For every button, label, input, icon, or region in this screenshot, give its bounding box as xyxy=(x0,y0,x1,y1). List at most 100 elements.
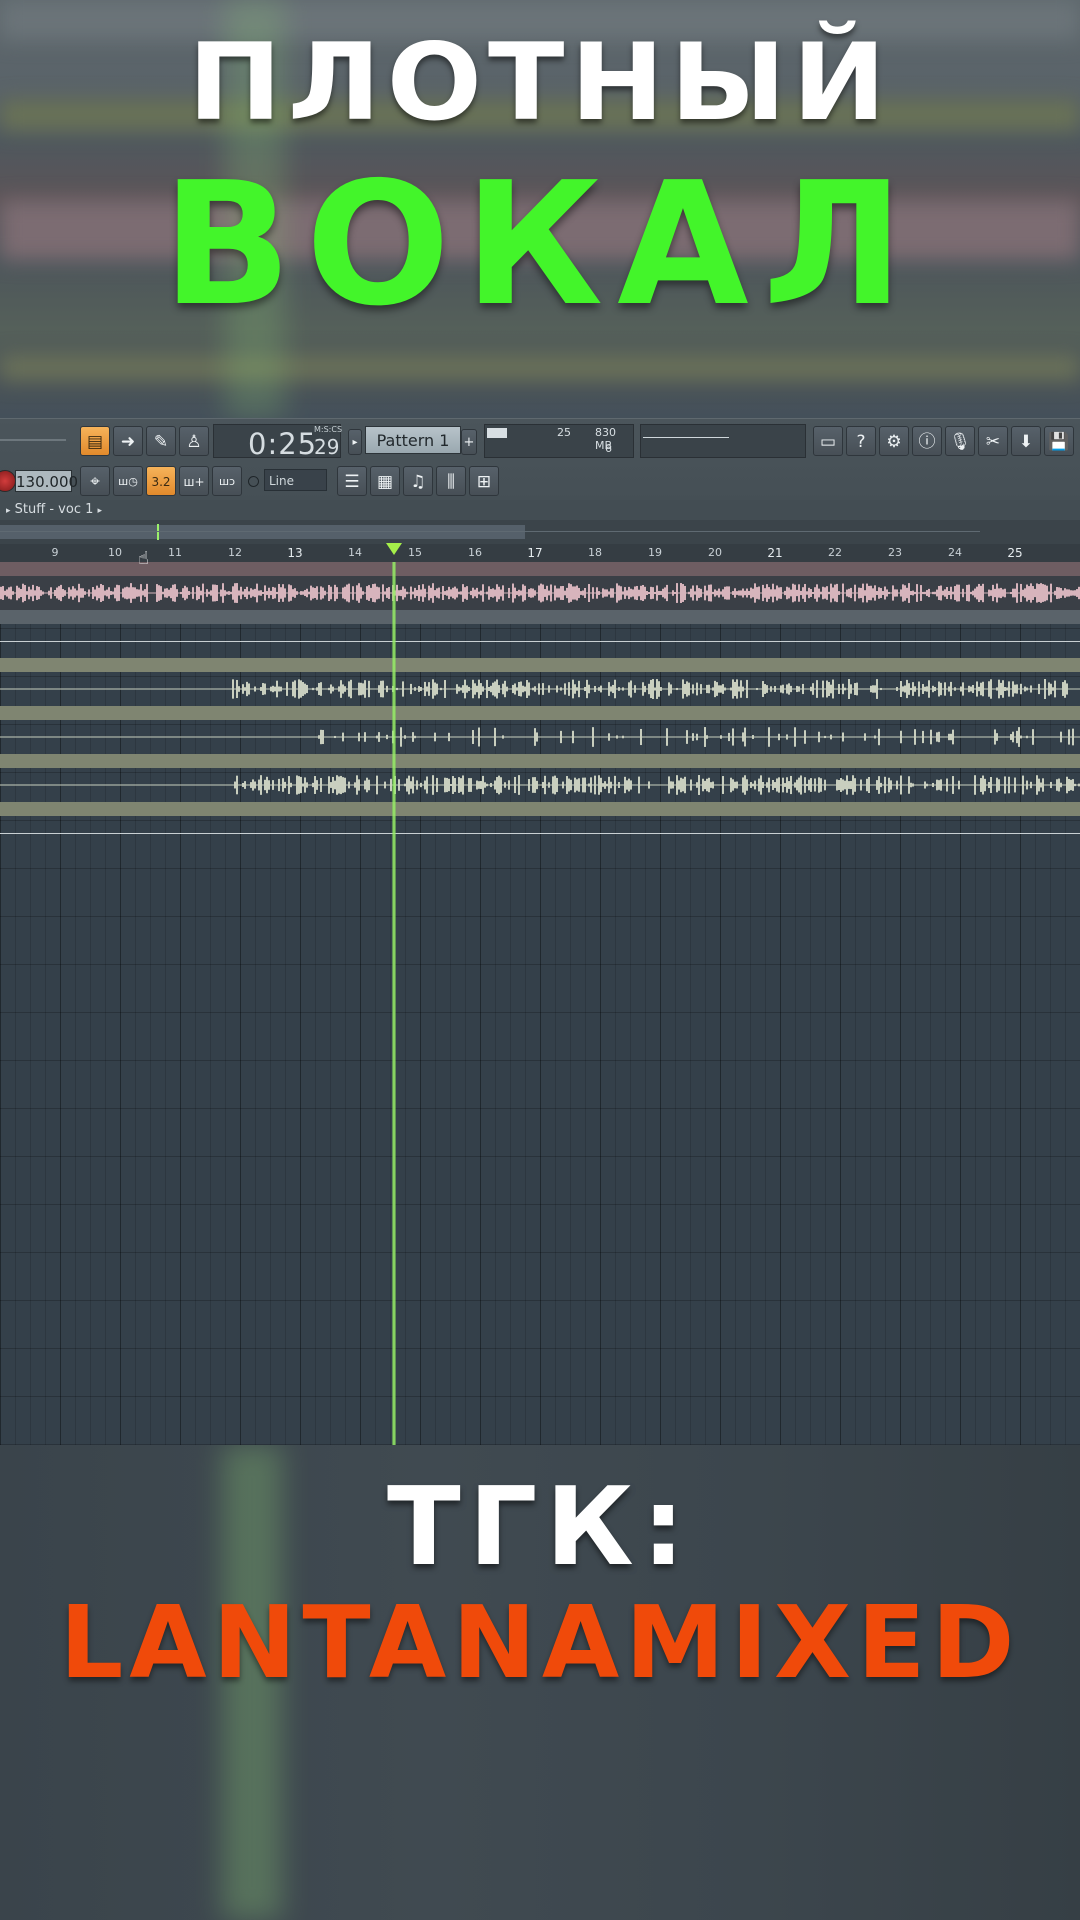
clip-voc-1[interactable] xyxy=(0,576,1080,610)
waveform-sample xyxy=(612,684,614,694)
waveform-sample xyxy=(412,591,414,595)
waveform-sample xyxy=(1016,684,1018,694)
waveform-sample xyxy=(640,585,642,601)
mic-icon[interactable]: 🎙 xyxy=(945,426,975,456)
waveform-sample xyxy=(1010,734,1012,740)
waveform-sample xyxy=(414,687,416,691)
cut-icon[interactable]: ✂ xyxy=(978,426,1008,456)
waveform-sample xyxy=(1036,775,1038,795)
waveform-sample xyxy=(724,687,726,691)
pattern-prev-icon[interactable]: ▸ xyxy=(348,429,362,455)
plugin-icon[interactable]: ⚙ xyxy=(879,426,909,456)
clip-header-voc-1[interactable] xyxy=(0,562,1080,576)
wait-record-icon[interactable]: ш◷ xyxy=(113,466,143,496)
time-display[interactable]: 0:25 M:S:CS 29 xyxy=(213,424,342,461)
clip-header-track-6[interactable] xyxy=(0,802,1080,816)
piano-roll-icon[interactable]: ♫ xyxy=(403,466,433,496)
stamp-icon[interactable]: ♙ xyxy=(179,426,209,456)
waveform-sample xyxy=(790,775,792,795)
waveform-sample xyxy=(568,778,570,792)
clip-header-track-3[interactable] xyxy=(0,658,1080,672)
clip-track-3[interactable] xyxy=(0,672,1080,706)
waveform-sample xyxy=(622,735,624,739)
waveform-sample xyxy=(516,591,518,595)
step-edit-button[interactable]: 3.2 xyxy=(146,466,176,496)
arrow-right-icon[interactable]: ➜ xyxy=(113,426,143,456)
waveform-sample xyxy=(794,782,796,788)
waveform-sample xyxy=(788,587,790,599)
waveform-sample xyxy=(612,588,614,598)
channel-rack-icon[interactable]: ▦ xyxy=(370,466,400,496)
playlist-window-icon[interactable]: ☰ xyxy=(337,466,367,496)
info-icon[interactable]: ⓘ xyxy=(912,426,942,456)
playhead-marker-icon[interactable] xyxy=(386,543,402,555)
waveform-sample xyxy=(720,735,722,739)
clip-header-track-4[interactable] xyxy=(0,706,1080,720)
clip-track-4[interactable] xyxy=(0,720,1080,754)
waveform-sample xyxy=(740,680,742,698)
waveform-sample xyxy=(618,585,620,601)
waveform-sample xyxy=(304,777,306,793)
waveform-sample xyxy=(1032,729,1034,745)
waveform-sample xyxy=(300,776,302,794)
waveform-sample xyxy=(788,683,790,695)
waveform-sample xyxy=(1012,681,1014,697)
waveform-sample xyxy=(292,681,294,697)
scrollbar-thumb[interactable] xyxy=(0,525,525,539)
waveform-sample xyxy=(954,687,956,691)
metronome-icon[interactable]: ⌖ xyxy=(80,466,110,496)
waveform-sample xyxy=(626,780,628,790)
waveform-sample xyxy=(274,686,276,692)
playlist-icon[interactable]: ▤ xyxy=(80,426,110,456)
timeline-ruler[interactable]: 9 10 11 12 13 14 15 16 17 18 19 20 21 22 23 24 25 xyxy=(0,544,1080,563)
waveform-sample xyxy=(754,780,756,790)
waveform-sample xyxy=(572,586,574,600)
save-icon[interactable]: 💾 xyxy=(1044,426,1074,456)
overdub-icon[interactable]: ш+ xyxy=(179,466,209,496)
waveform-sample xyxy=(672,781,674,789)
waveform-sample xyxy=(32,584,34,602)
horizontal-scrollbar[interactable] xyxy=(0,520,1080,544)
snap-select[interactable]: Line xyxy=(264,469,327,491)
waveform-sample xyxy=(432,583,434,603)
browser-icon[interactable]: ▭ xyxy=(813,426,843,456)
waveform-sample xyxy=(860,587,862,599)
waveform-sample xyxy=(500,777,502,793)
waveform-sample xyxy=(498,586,500,600)
waveform-sample xyxy=(940,585,942,601)
save-as-icon[interactable]: ⬇ xyxy=(1011,426,1041,456)
loop-record-icon[interactable]: шↄ xyxy=(212,466,242,496)
tempo-display[interactable]: 130.000 xyxy=(15,470,78,492)
waveform-sample xyxy=(712,687,714,691)
clip-track-5[interactable] xyxy=(0,768,1080,802)
waveform-sample xyxy=(874,585,876,601)
mixer-icon[interactable]: ⫼ xyxy=(436,466,466,496)
pattern-add-button[interactable]: + xyxy=(461,429,477,455)
waveform-sample xyxy=(578,587,580,599)
waveform-sample xyxy=(82,588,84,598)
waveform-sample xyxy=(92,587,94,599)
playhead[interactable] xyxy=(392,562,396,1445)
clip-track-6[interactable] xyxy=(0,816,1080,850)
waveform-sample xyxy=(932,782,934,788)
help-icon[interactable]: ? xyxy=(846,426,876,456)
waveform-sample xyxy=(728,586,730,600)
waveform-sample xyxy=(820,591,822,595)
waveform-sample xyxy=(1072,779,1074,791)
waveform-sample xyxy=(1056,587,1058,599)
waveform-sample xyxy=(874,735,876,739)
waveform-sample xyxy=(532,588,534,598)
clip-header-track-5[interactable] xyxy=(0,754,1080,768)
waveform-sample xyxy=(302,591,304,595)
clip-track-2[interactable] xyxy=(0,624,1080,658)
pen-icon[interactable]: ✎ xyxy=(146,426,176,456)
volume-slider[interactable] xyxy=(0,439,66,441)
browser-tree-icon[interactable]: ⊞ xyxy=(469,466,499,496)
waveform-sample xyxy=(648,683,650,695)
waveform-sample xyxy=(248,591,250,595)
waveform-sample xyxy=(250,782,252,788)
waveform-sample xyxy=(1038,683,1040,695)
waveform-sample xyxy=(1038,584,1040,602)
waveform-sample xyxy=(428,585,430,601)
pattern-selector[interactable]: Pattern 1 xyxy=(365,426,461,454)
